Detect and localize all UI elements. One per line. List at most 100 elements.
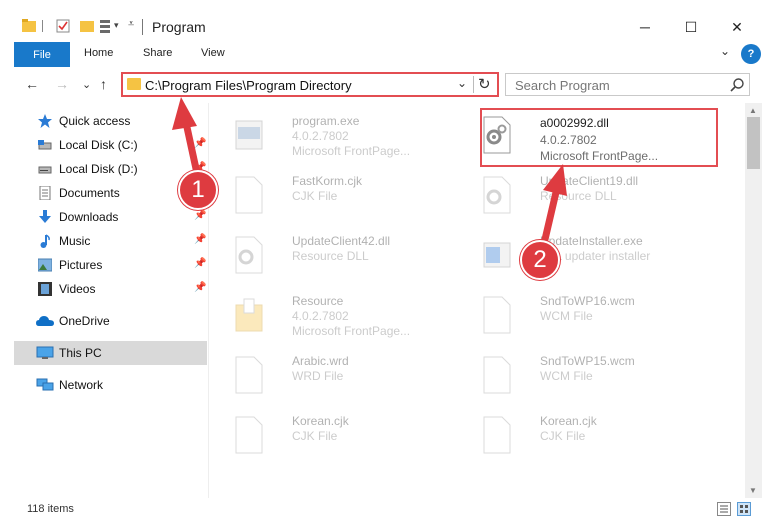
search-input[interactable]: Search Program <box>505 73 750 96</box>
file-type: WCM File <box>540 309 593 323</box>
network-icon <box>36 378 54 391</box>
up-button[interactable]: ↑ <box>100 76 107 92</box>
file-item-korean-cjk-2[interactable]: Korean.cjk CJK File <box>458 407 702 467</box>
music-icon <box>40 234 50 248</box>
pictures-icon <box>38 258 52 272</box>
file-type: CJK File <box>292 429 338 443</box>
title-separator <box>142 19 143 35</box>
sidebar-item-local-disk-c[interactable]: Local Disk (C:) 📌 <box>14 133 207 157</box>
sidebar-item-pictures[interactable]: Pictures 📌 <box>14 253 207 277</box>
address-path[interactable]: C:\Program Files\Program Directory <box>145 78 352 93</box>
file-name: Arabic.wrd <box>292 354 349 368</box>
file-type: CJK File <box>292 189 338 203</box>
pin-icon: 📌 <box>194 258 207 269</box>
back-button[interactable]: ← <box>25 76 39 92</box>
documents-icon <box>39 186 51 200</box>
title-divider <box>42 20 43 32</box>
sidebar-item-local-disk-d[interactable]: Local Disk (D:) 📌 <box>14 157 207 181</box>
scroll-thumb[interactable] <box>747 117 760 169</box>
sidebar-item-label: OneDrive <box>59 314 110 328</box>
sidebar-item-videos[interactable]: Videos 📌 <box>14 277 207 301</box>
blank-file-icon <box>235 356 263 394</box>
sidebar-item-label: Network <box>59 378 104 392</box>
blank-file-icon <box>483 356 511 394</box>
sidebar-item-onedrive[interactable]: OneDrive <box>14 309 207 333</box>
file-description: Microsoft FrontPage... <box>292 324 411 338</box>
details-view-icon[interactable] <box>717 502 731 516</box>
search-placeholder: Search Program <box>515 78 610 93</box>
step-1-badge: 1 <box>178 170 218 210</box>
new-folder-icon[interactable] <box>80 19 94 33</box>
tiles-view-icon[interactable] <box>737 502 751 516</box>
search-icon[interactable] <box>729 77 745 93</box>
file-item-arabic-wrd[interactable]: Arabic.wrd WRD File <box>210 347 454 407</box>
vertical-scrollbar[interactable]: ▲ ▼ <box>745 103 762 498</box>
properties-icon[interactable] <box>56 19 70 33</box>
sidebar-item-downloads[interactable]: Downloads 📌 <box>14 205 207 229</box>
sidebar-item-label: Quick access <box>59 114 131 128</box>
file-name: FastKorm.cjk <box>292 174 363 188</box>
minimize-button[interactable]: ─ <box>622 14 668 40</box>
file-type: WCM File <box>540 369 593 383</box>
folder-icon[interactable] <box>22 19 36 33</box>
sidebar-item-label: Documents <box>59 186 120 200</box>
forward-button[interactable]: → <box>55 76 69 92</box>
file-type: Resource DLL <box>540 189 617 203</box>
file-item-program-exe[interactable]: program.exe 4.0.2.7802 Microsoft FrontPa… <box>210 107 454 167</box>
navigation-bar: ← → ⌄ ↑ C:\Program Files\Program Directo… <box>0 67 769 103</box>
file-item-updateinstaller-exe[interactable]: UpdateInstaller.exe DLL updater installe… <box>458 227 702 287</box>
address-separator <box>473 76 474 93</box>
tab-home[interactable]: Home <box>84 47 113 59</box>
address-dropdown-icon[interactable]: ⌄ <box>457 76 467 90</box>
tab-share[interactable]: Share <box>143 47 172 59</box>
file-item-resource[interactable]: Resource 4.0.2.7802 Microsoft FrontPage.… <box>210 287 454 347</box>
file-description: Microsoft FrontPage... <box>292 144 411 158</box>
scroll-up-icon[interactable]: ▲ <box>749 106 757 115</box>
tab-view[interactable]: View <box>201 47 225 59</box>
address-bar[interactable]: C:\Program Files\Program Directory ⌄ ↻ <box>121 72 499 97</box>
maximize-button[interactable]: ☐ <box>668 14 714 40</box>
tab-file[interactable]: File <box>14 42 70 67</box>
sidebar-item-label: Music <box>59 234 91 248</box>
dll-gear-icon <box>235 236 263 274</box>
download-icon <box>39 210 51 223</box>
file-item-sndtowp15-wcm[interactable]: SndToWP15.wcm WCM File <box>458 347 702 407</box>
sidebar-item-quick-access[interactable]: Quick access <box>14 109 207 133</box>
pane-divider[interactable] <box>208 103 209 498</box>
exe-icon <box>235 120 263 150</box>
scroll-down-icon[interactable]: ▼ <box>749 486 757 495</box>
recent-locations-button[interactable]: ⌄ <box>82 78 91 91</box>
file-type: WRD File <box>292 369 344 383</box>
pin-icon: 📌 <box>194 210 207 221</box>
pin-icon: 📌 <box>194 282 207 293</box>
computer-icon <box>36 346 54 359</box>
file-item-updateclient19-dll[interactable]: UpdateClient19.dll Resource DLL <box>458 167 702 227</box>
help-icon[interactable]: ? <box>741 44 761 64</box>
file-item-updateclient42-dll[interactable]: UpdateClient42.dll Resource DLL <box>210 227 454 287</box>
refresh-icon[interactable]: ↻ <box>478 75 491 93</box>
folder-icon <box>127 78 141 90</box>
sidebar-item-network[interactable]: Network <box>14 373 207 397</box>
customize-toolbar-icon[interactable] <box>100 19 114 33</box>
file-type: CJK File <box>540 429 586 443</box>
qa-menu-icon[interactable]: ⩡ <box>128 18 134 31</box>
sidebar-item-music[interactable]: Music 📌 <box>14 229 207 253</box>
file-version: 4.0.2.7802 <box>292 129 349 143</box>
blank-file-icon <box>483 296 511 334</box>
qa-dropdown-icon[interactable]: ▾ <box>114 20 119 31</box>
expand-ribbon-icon[interactable]: ⌄ <box>720 44 730 58</box>
file-item-fastkorm-cjk[interactable]: FastKorm.cjk CJK File <box>210 167 454 227</box>
close-button[interactable]: ✕ <box>714 14 760 40</box>
title-bar: ▾ ⩡ Program ─ ☐ ✕ <box>0 0 769 40</box>
file-item-sndtowp16-wcm[interactable]: SndToWP16.wcm WCM File <box>458 287 702 347</box>
sidebar-item-label: This PC <box>59 346 102 360</box>
file-name: SndToWP15.wcm <box>540 354 635 368</box>
blank-file-icon <box>235 176 263 214</box>
videos-icon <box>38 282 52 296</box>
sidebar-item-this-pc[interactable]: This PC <box>14 341 207 365</box>
pin-icon: 📌 <box>194 234 207 245</box>
window-title: Program <box>152 19 206 35</box>
file-item-korean-cjk[interactable]: Korean.cjk CJK File <box>210 407 454 467</box>
file-list: program.exe 4.0.2.7802 Microsoft FrontPa… <box>210 103 745 498</box>
folder-file-icon <box>235 298 263 332</box>
